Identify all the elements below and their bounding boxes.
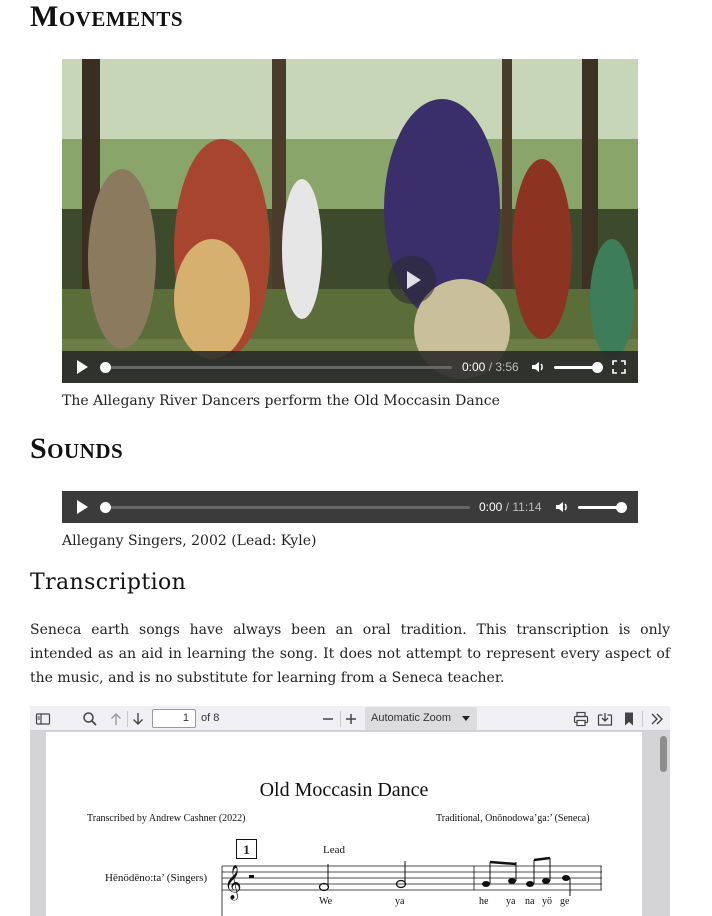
zoom-out-icon[interactable] (320, 711, 336, 727)
video-frame (62, 59, 638, 383)
sidebar-toggle-icon[interactable] (35, 711, 51, 727)
pdf-page: Old Moccasin Dance Transcribed by Andrew… (46, 732, 642, 916)
fullscreen-icon[interactable] (612, 360, 626, 374)
transcription-paragraph: Seneca earth songs have always been an o… (30, 622, 670, 686)
video-time-separator: / (485, 360, 496, 374)
zoom-select-value: Automatic Zoom (371, 712, 452, 724)
download-icon[interactable] (597, 711, 613, 727)
video-seek-bar[interactable] (102, 366, 452, 369)
audio-time: 0:00 / 11:14 (479, 500, 542, 514)
video-caption: The Allegany River Dancers perform the O… (62, 393, 500, 409)
zoom-select[interactable]: Automatic Zoom (365, 707, 477, 730)
svg-text:𝄞: 𝄞 (224, 865, 242, 901)
movements-heading: Movements (30, 0, 184, 33)
lyric-syllable: na (525, 896, 535, 907)
audio-duration: 11:14 (512, 500, 542, 514)
audio-seek-bar[interactable] (102, 506, 470, 509)
page-count-label: of 8 (201, 712, 220, 724)
toolbar-separator (340, 711, 341, 727)
sounds-heading: Sounds (30, 432, 124, 465)
audio-volume-knob[interactable] (616, 502, 627, 513)
lyric-syllable: We (319, 896, 333, 907)
pdf-scrollbar[interactable] (660, 736, 667, 772)
video-controls: 0:00 / 3:56 (62, 351, 638, 383)
pdf-viewer[interactable]: 1 of 8 Automatic Zoom Old Moccasin Dance… (30, 706, 670, 916)
play-icon (407, 271, 421, 289)
zoom-in-icon[interactable] (343, 711, 359, 727)
lyric-syllable: ya (506, 896, 516, 907)
video-current-time: 0:00 (462, 360, 486, 374)
play-button[interactable] (77, 500, 88, 514)
toolbar-separator (127, 711, 128, 727)
search-icon[interactable] (82, 711, 98, 727)
lyric-syllable: ya (395, 896, 405, 907)
play-button[interactable] (77, 360, 88, 374)
print-icon[interactable] (573, 711, 589, 727)
audio-caption: Allegany Singers, 2002 (Lead: Kyle) (62, 533, 317, 549)
video-duration: 3:56 (495, 360, 519, 374)
audio-time-separator: / (502, 500, 513, 514)
lyric-syllable: he (479, 896, 489, 907)
chevron-down-icon (462, 716, 470, 721)
more-tools-icon[interactable] (649, 711, 665, 727)
toolbar-separator (642, 711, 643, 727)
arrow-up-icon[interactable] (108, 711, 124, 727)
lyric-syllable: yö (542, 896, 552, 907)
video-time: 0:00 / 3:56 (462, 360, 519, 374)
page-number-input[interactable]: 1 (152, 709, 196, 728)
volume-icon[interactable] (530, 359, 546, 375)
audio-current-time: 0:00 (479, 500, 503, 514)
transcription-heading: Transcription (30, 570, 187, 595)
volume-icon[interactable] (554, 499, 570, 515)
video-player[interactable]: 0:00 / 3:56 (62, 59, 638, 383)
video-volume-knob[interactable] (592, 362, 603, 373)
pdf-toolbar: 1 of 8 Automatic Zoom (30, 706, 670, 731)
big-play-button[interactable] (388, 256, 436, 304)
arrow-down-icon[interactable] (130, 711, 146, 727)
audio-player[interactable]: 0:00 / 11:14 (62, 491, 638, 523)
video-seek-knob[interactable] (100, 362, 111, 373)
music-staff: 𝄞 (221, 856, 602, 916)
bookmark-icon[interactable] (621, 711, 637, 727)
lyric-syllable: ge (560, 896, 570, 907)
audio-seek-knob[interactable] (100, 502, 111, 513)
